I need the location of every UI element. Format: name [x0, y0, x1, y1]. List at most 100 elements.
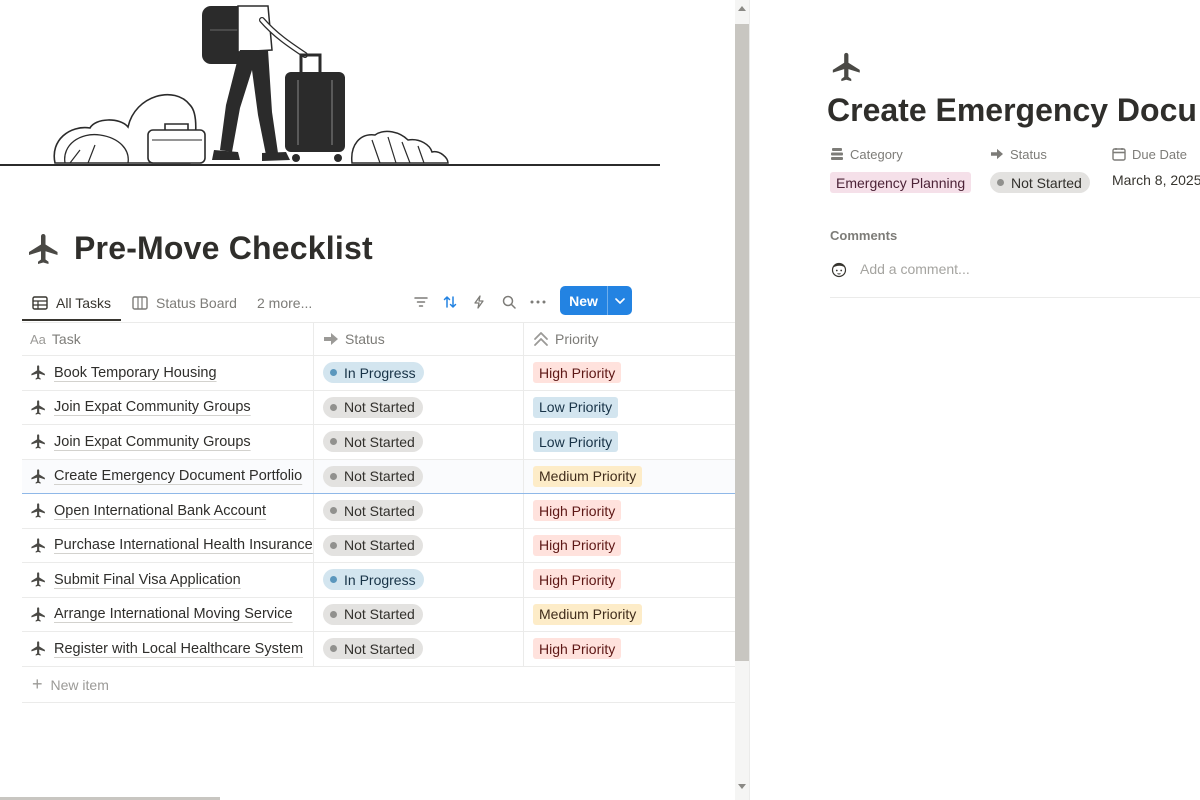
- page-title: Pre-Move Checklist: [74, 230, 373, 266]
- scrollbar-thumb[interactable]: [735, 24, 749, 661]
- priority-cell[interactable]: Low Priority: [524, 391, 735, 425]
- scroll-up-arrow[interactable]: [738, 6, 746, 11]
- priority-cell[interactable]: High Priority: [524, 563, 735, 597]
- tab-all-tasks[interactable]: All Tasks: [32, 286, 111, 320]
- priority-cell[interactable]: High Priority: [524, 356, 735, 390]
- task-cell[interactable]: Submit Final Visa Application: [22, 563, 314, 597]
- text-icon: Aa: [30, 331, 46, 347]
- task-name[interactable]: Submit Final Visa Application: [54, 572, 241, 588]
- status-text: Not Started: [344, 468, 415, 485]
- status-cell[interactable]: Not Started: [314, 632, 524, 666]
- task-cell[interactable]: Join Expat Community Groups: [22, 425, 314, 459]
- status-badge: Not Started: [323, 603, 423, 625]
- property-category: Category Emergency Planning: [830, 145, 972, 193]
- table-row[interactable]: Purchase International Health Insurance N…: [22, 528, 735, 563]
- due-date-value[interactable]: March 8, 2025: [1112, 172, 1200, 188]
- detail-pane: Create Emergency Docu Category Emergency…: [749, 0, 1200, 800]
- task-cell[interactable]: Open International Bank Account: [22, 494, 314, 528]
- airplane-icon: [31, 538, 45, 553]
- status-cell[interactable]: Not Started: [314, 494, 524, 528]
- category-label: Category: [850, 146, 903, 162]
- property-label[interactable]: Status: [990, 145, 1047, 163]
- more-views-link[interactable]: 2 more...: [257, 286, 312, 320]
- property-label[interactable]: Due Date: [1112, 145, 1187, 163]
- filter-icon[interactable]: [412, 293, 430, 311]
- table-row[interactable]: Open International Bank Account Not Start…: [22, 494, 735, 529]
- priority-cell[interactable]: Low Priority: [524, 425, 735, 459]
- status-dot: [330, 438, 337, 446]
- airplane-icon: [31, 503, 45, 518]
- task-name[interactable]: Arrange International Moving Service: [54, 606, 293, 622]
- status-dot: [330, 610, 337, 618]
- task-name[interactable]: Book Temporary Housing: [54, 365, 217, 381]
- task-name[interactable]: Create Emergency Document Portfolio: [54, 468, 302, 484]
- status-badge: Not Started: [323, 534, 423, 556]
- airplane-icon: [31, 434, 45, 449]
- task-cell[interactable]: Book Temporary Housing: [22, 356, 314, 390]
- task-name[interactable]: Open International Bank Account: [54, 503, 266, 519]
- status-cell[interactable]: Not Started: [314, 425, 524, 459]
- status-cell[interactable]: In Progress: [314, 356, 524, 390]
- task-name[interactable]: Join Expat Community Groups: [54, 399, 251, 415]
- status-dot: [330, 472, 337, 480]
- table-row[interactable]: Arrange International Moving Service Not …: [22, 597, 735, 632]
- airplane-icon[interactable]: [830, 50, 864, 84]
- airplane-icon[interactable]: [26, 231, 62, 267]
- status-cell[interactable]: Not Started: [314, 459, 524, 493]
- status-cell[interactable]: Not Started: [314, 528, 524, 562]
- search-icon[interactable]: [500, 293, 518, 311]
- page-header: Pre-Move Checklist: [26, 230, 373, 267]
- task-name[interactable]: Purchase International Health Insurance: [54, 537, 313, 553]
- category-value[interactable]: Emergency Planning: [830, 172, 972, 193]
- column-header-status[interactable]: Status: [314, 323, 524, 355]
- priority-cell[interactable]: Medium Priority: [524, 459, 735, 493]
- status-cell[interactable]: Not Started: [314, 390, 524, 424]
- status-value[interactable]: Not Started: [990, 172, 1090, 193]
- table-row[interactable]: Register with Local Healthcare System Not…: [22, 632, 735, 667]
- table-row[interactable]: Join Expat Community Groups Not Started Lo…: [22, 390, 735, 425]
- tab-status-board[interactable]: Status Board: [132, 286, 237, 320]
- priority-cell[interactable]: High Priority: [524, 632, 735, 666]
- board-icon: [132, 296, 148, 310]
- arrow-icon: [991, 148, 1003, 160]
- priority-cell[interactable]: Medium Priority: [524, 598, 735, 632]
- property-label[interactable]: Category: [830, 145, 903, 163]
- priority-cell[interactable]: High Priority: [524, 529, 735, 563]
- comment-input[interactable]: Add a comment...: [860, 261, 970, 277]
- new-item-button[interactable]: + New item: [32, 667, 109, 703]
- automation-icon[interactable]: [470, 293, 488, 311]
- scroll-down-arrow[interactable]: [738, 784, 746, 789]
- task-cell[interactable]: Purchase International Health Insurance: [22, 528, 314, 562]
- column-header-priority[interactable]: Priority: [524, 323, 735, 355]
- table-icon: [32, 296, 48, 310]
- property-due-date: Due Date March 8, 2025: [1112, 145, 1200, 189]
- status-cell[interactable]: Not Started: [314, 597, 524, 631]
- column-header-task[interactable]: Aa Task: [22, 323, 314, 355]
- vertical-scrollbar[interactable]: [735, 0, 749, 800]
- status-text: Not Started: [344, 433, 415, 450]
- detail-title[interactable]: Create Emergency Docu: [827, 92, 1197, 129]
- priority-cell[interactable]: High Priority: [524, 494, 735, 528]
- table-row[interactable]: Book Temporary Housing In Progress High Pr…: [22, 356, 735, 391]
- more-icon[interactable]: [529, 293, 547, 311]
- task-cell[interactable]: Join Expat Community Groups: [22, 390, 314, 424]
- new-item-label: New item: [50, 676, 109, 693]
- task-cell[interactable]: Arrange International Moving Service: [22, 597, 314, 631]
- chevron-down-icon[interactable]: [608, 297, 632, 304]
- active-tab-indicator: [22, 319, 121, 321]
- new-button[interactable]: New: [560, 286, 632, 315]
- status-badge: In Progress: [323, 362, 424, 384]
- status-cell[interactable]: In Progress: [314, 563, 524, 597]
- table-header: Aa Task Status Priority: [22, 322, 735, 356]
- table-row[interactable]: Join Expat Community Groups Not Started Lo…: [22, 425, 735, 460]
- table-row[interactable]: Submit Final Visa Application In Progress…: [22, 563, 735, 598]
- status-dot: [330, 576, 337, 584]
- task-cell[interactable]: Register with Local Healthcare System: [22, 632, 314, 666]
- priority-tag: High Priority: [533, 534, 622, 556]
- task-cell[interactable]: Create Emergency Document Portfolio: [22, 459, 314, 493]
- sort-icon[interactable]: [441, 293, 459, 311]
- table-row[interactable]: Create Emergency Document Portfolio Not S…: [22, 459, 735, 494]
- plus-icon: +: [32, 674, 43, 694]
- task-name[interactable]: Register with Local Healthcare System: [54, 641, 303, 657]
- task-name[interactable]: Join Expat Community Groups: [54, 434, 251, 450]
